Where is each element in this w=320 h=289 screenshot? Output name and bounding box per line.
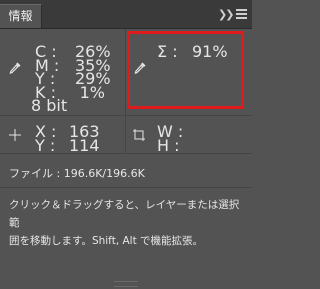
- y-pos-value: 114: [69, 136, 100, 155]
- crosshair-icon: [9, 129, 21, 141]
- divider: [0, 115, 252, 116]
- highlight-box: [127, 31, 244, 109]
- bit-depth: 8 bit: [31, 96, 68, 115]
- divider: [125, 29, 126, 153]
- k-value: 1%: [79, 83, 105, 102]
- eyedropper-icon[interactable]: [8, 61, 22, 75]
- panel-menu-icon[interactable]: [236, 9, 248, 19]
- collapse-panel-icon[interactable]: ❯❯: [218, 8, 234, 21]
- hint-line-1: クリック＆ドラッグすると、レイヤーまたは選択範: [9, 199, 240, 229]
- info-panel: 情報 ❯❯ C : 26% M : 35% Y : 29% K : 1% 8 b…: [0, 0, 252, 289]
- tab-info[interactable]: 情報: [0, 4, 42, 28]
- selection-size-icon: [133, 129, 145, 141]
- hint-line-2: 囲を移動します。Shift, Alt で機能拡張。: [9, 235, 204, 247]
- hint-text: クリック＆ドラッグすると、レイヤーまたは選択範 囲を移動します。Shift, A…: [9, 196, 243, 250]
- panel-resize-grip[interactable]: [114, 281, 138, 287]
- y-pos-label: Y :: [35, 136, 56, 155]
- h-label: H :: [157, 136, 180, 155]
- panel-tab-bar: 情報 ❯❯: [0, 0, 252, 29]
- file-size-info: ファイル : 196.6K/196.6K: [9, 167, 145, 180]
- divider: [0, 187, 252, 188]
- panel-header-controls: ❯❯: [218, 7, 248, 21]
